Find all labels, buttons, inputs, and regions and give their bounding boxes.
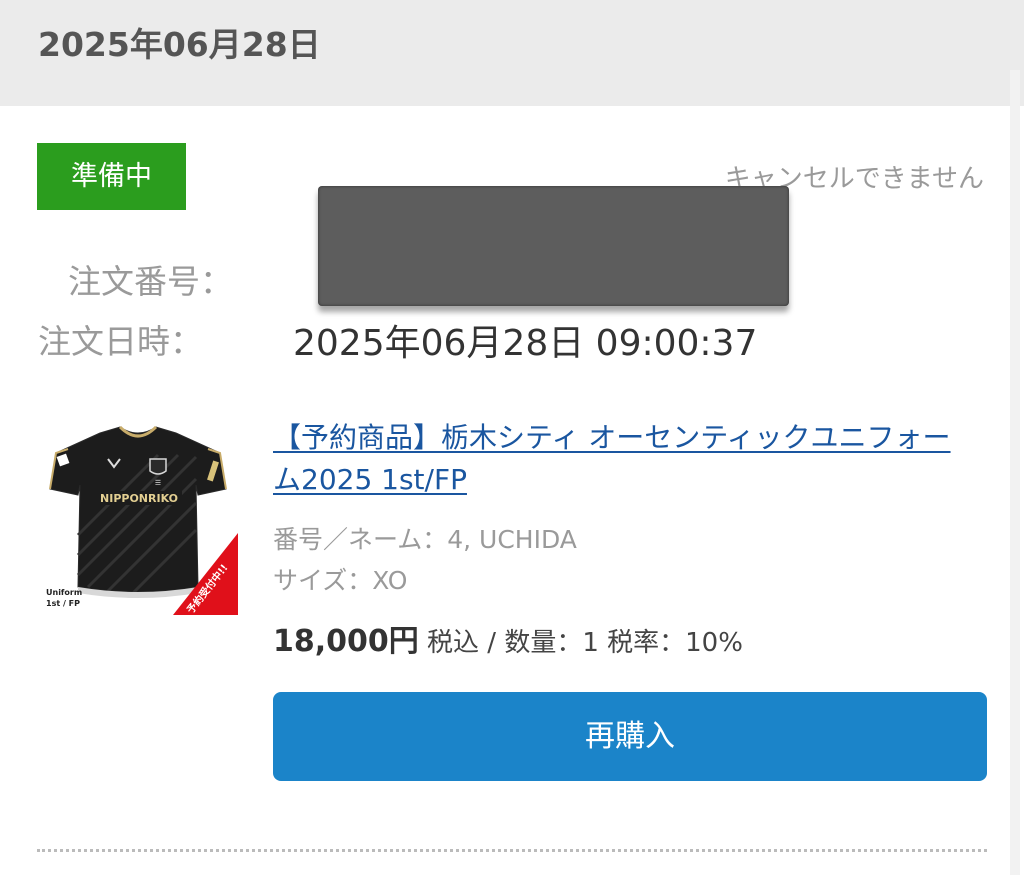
uniform-label-1: Uniform [46, 588, 82, 597]
order-number-label: 注文番号： [68, 262, 233, 301]
product-title-link[interactable]: 【予約商品】栃木シティ オーセンティックユニフォーム2025 1st/FP [273, 417, 973, 501]
status-badge: 準備中 [37, 143, 186, 210]
order-group-date: 2025年06月28日 [38, 25, 321, 64]
jersey-sponsor-text: NIPPONRIKO [100, 492, 178, 505]
dotted-divider [37, 849, 987, 852]
uniform-label-2: 1st / FP [46, 599, 80, 608]
redacted-order-number [318, 186, 789, 306]
order-date-label: 注文日時： [38, 322, 203, 361]
size-attr: サイズ：XO [273, 566, 408, 595]
svg-text:☰: ☰ [155, 479, 161, 487]
jersey-image: ☰ NIPPONRIKO 予約受付中!! Uniform 1st / FP [46, 425, 238, 615]
date-header: 2025年06月28日 [0, 0, 1024, 106]
rebuy-button[interactable]: 再購入 [273, 692, 987, 781]
scrollbar[interactable] [1010, 70, 1020, 875]
price-line: 18,000円 税込 / 数量：1 税率：10% [273, 616, 743, 660]
product-image[interactable]: ☰ NIPPONRIKO 予約受付中!! Uniform 1st / FP [38, 415, 238, 615]
price-details: 税込 / 数量：1 税率：10% [418, 628, 743, 658]
order-date-value: 2025年06月28日 09:00:37 [293, 323, 758, 364]
number-name-attr: 番号／ネーム：4, UCHIDA [273, 525, 577, 554]
price-amount: 18,000円 [273, 624, 419, 659]
